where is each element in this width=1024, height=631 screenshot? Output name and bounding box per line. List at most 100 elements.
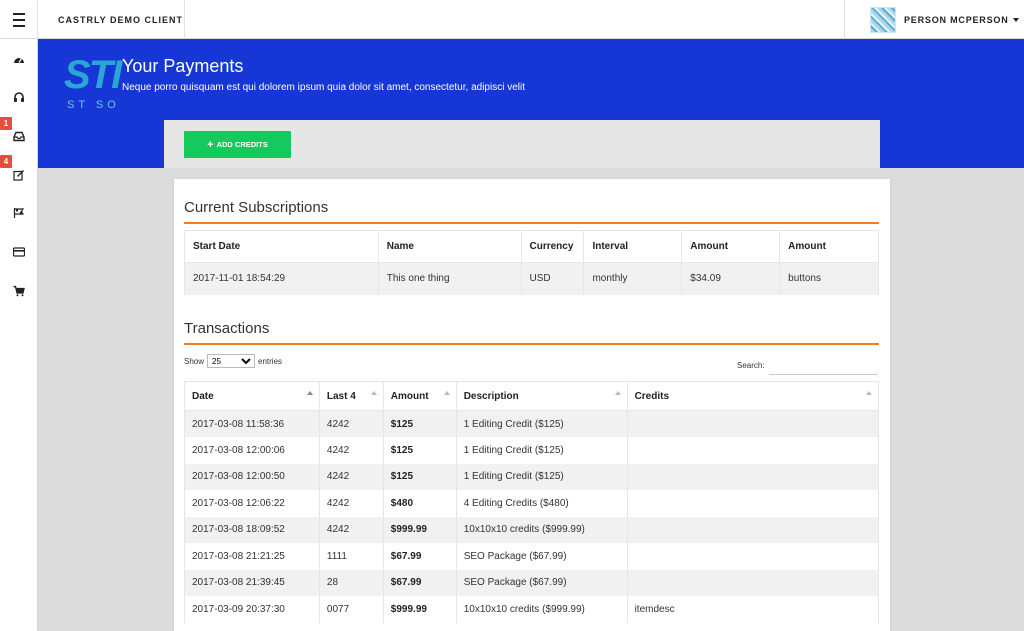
sidebar: 1 4 xyxy=(0,39,38,631)
cell-description: 4 Editing Credits ($480) xyxy=(455,490,628,517)
flag-icon xyxy=(13,208,25,218)
cell-amount: $125 xyxy=(382,437,457,464)
cell-amount: $125 xyxy=(382,463,457,490)
cell-date: 2017-03-08 21:39:45 xyxy=(184,569,320,596)
cell-credits xyxy=(626,463,880,490)
column-header-date[interactable]: Date xyxy=(184,381,320,411)
cell-date: 2017-03-08 21:21:25 xyxy=(184,543,320,570)
menu-toggle-button[interactable] xyxy=(0,0,38,39)
cell-description: 10x10x10 credits ($999.99) xyxy=(455,516,628,543)
sort-icon xyxy=(614,391,621,395)
chevron-down-icon xyxy=(1012,17,1019,22)
table-header-row: Date Last 4 Amount Description Credits xyxy=(184,381,880,411)
add-credits-button[interactable]: + ADD CREDITS xyxy=(184,131,291,158)
cell-credits xyxy=(626,516,880,543)
column-header: Amount xyxy=(779,230,879,263)
table-row: 2017-03-09 20:37:30 0077 $999.99 10x10x10 c… xyxy=(184,596,880,623)
sort-asc-icon xyxy=(306,391,313,395)
dashboard-icon xyxy=(14,58,24,63)
cell-last4: 4242 xyxy=(318,437,384,464)
cell-interval: monthly xyxy=(583,262,683,295)
cell-credits xyxy=(626,569,880,596)
cell-credits xyxy=(626,437,880,464)
cell-description: SEO Package ($67.99) xyxy=(455,543,628,570)
cell-last4: 28 xyxy=(318,569,384,596)
cell-description: 1 Editing Credit ($125) xyxy=(455,463,628,490)
actions-panel: + ADD CREDITS xyxy=(164,120,880,168)
add-credits-label: ADD CREDITS xyxy=(216,140,268,149)
column-header-credits[interactable]: Credits xyxy=(626,381,880,411)
cell-amount: $67.99 xyxy=(382,543,457,570)
sort-icon xyxy=(866,391,872,395)
search-input[interactable] xyxy=(768,355,878,375)
transactions-title: Transactions xyxy=(184,320,270,337)
cell-credits xyxy=(626,490,880,517)
cell-date: 2017-03-08 11:58:36 xyxy=(184,410,320,437)
cell-last4: 0077 xyxy=(318,596,384,623)
table-row: 2017-03-08 12:06:22 4242 $480 4 Editing Cre… xyxy=(184,490,880,517)
avatar xyxy=(870,6,896,33)
page-header: STI ST SO Your Payments Neque porro quis… xyxy=(38,39,1024,168)
table-row: 2017-03-08 21:39:45 28 $67.99 SEO Package (… xyxy=(184,569,880,596)
table-header-row: Start Date Name Currency Interval Amount… xyxy=(184,230,879,263)
cell-last4: 4242 xyxy=(318,516,384,543)
app-name[interactable]: CASTRLY DEMO CLIENT xyxy=(38,0,185,39)
cell-amount: buttons xyxy=(779,262,879,295)
column-header: Interval xyxy=(583,230,683,263)
cell-date: 2017-03-08 12:00:50 xyxy=(184,463,320,490)
cell-credits: itemdesc xyxy=(626,596,880,623)
cart-icon xyxy=(13,285,25,297)
top-bar: CASTRLY DEMO CLIENT PERSON MCPERSON xyxy=(0,0,1024,39)
column-header-last4[interactable]: Last 4 xyxy=(318,381,384,411)
payments-card: Current Subscriptions Start Date Name Cu… xyxy=(174,179,890,631)
page-subtitle: Neque porro quisquam est qui dolorem ips… xyxy=(122,82,525,93)
inbox-icon xyxy=(13,131,25,142)
cell-description: 1 Editing Credit ($125) xyxy=(455,437,628,464)
sidebar-item-flag[interactable] xyxy=(0,201,38,225)
sidebar-item-cart[interactable] xyxy=(0,279,38,303)
cell-last4: 4242 xyxy=(318,463,384,490)
cell-date: 2017-03-08 12:06:22 xyxy=(184,490,320,517)
sidebar-item-support[interactable] xyxy=(0,85,38,109)
credit-card-icon xyxy=(13,247,25,257)
search-label: Search: xyxy=(737,360,765,370)
cell-last4: 1111 xyxy=(318,543,384,570)
transactions-divider xyxy=(184,343,879,345)
page-size-select[interactable]: 10 25 50 100 xyxy=(207,354,256,368)
headset-icon xyxy=(14,92,24,102)
show-label: Show xyxy=(184,356,205,366)
cell-date: 2017-03-08 18:09:52 xyxy=(184,516,320,543)
plus-icon: + xyxy=(207,138,214,151)
cell-amount: $999.99 xyxy=(382,516,457,543)
search-control: Search: xyxy=(737,355,878,375)
page-title: Your Payments xyxy=(122,56,244,76)
table-row: 2017-03-08 21:21:25 1111 $67.99 SEO Package… xyxy=(184,543,880,570)
cell-name: This one thing xyxy=(377,262,522,295)
subscriptions-divider xyxy=(184,222,879,224)
user-menu[interactable]: PERSON MCPERSON xyxy=(844,0,1024,39)
cell-last4: 4242 xyxy=(318,410,384,437)
edit-badge: 4 xyxy=(0,155,12,168)
cell-amount: $480 xyxy=(382,490,457,517)
cell-credits xyxy=(626,410,880,437)
cell-amount: $125 xyxy=(382,410,457,437)
cell-date: 2017-03-08 12:00:06 xyxy=(184,437,320,464)
transactions-table: Date Last 4 Amount Description Credits 2… xyxy=(184,381,880,623)
cell-date: 2017-03-09 20:37:30 xyxy=(184,596,320,623)
column-header-amount[interactable]: Amount xyxy=(382,381,457,411)
table-row: 2017-03-08 12:00:06 4242 $125 1 Editing Cre… xyxy=(184,437,880,464)
cell-credits xyxy=(626,543,880,570)
cell-description: SEO Package ($67.99) xyxy=(455,569,628,596)
cell-description: 10x10x10 credits ($999.99) xyxy=(455,596,628,623)
column-header: Amount xyxy=(681,230,781,263)
cell-last4: 4242 xyxy=(318,490,384,517)
cell-currency: USD xyxy=(520,262,585,295)
column-header-description[interactable]: Description xyxy=(455,381,628,411)
edit-icon xyxy=(13,170,24,181)
sort-icon xyxy=(443,391,450,395)
cell-description: 1 Editing Credit ($125) xyxy=(455,410,628,437)
table-row: 2017-11-01 18:54:29 This one thing USD m… xyxy=(184,262,879,295)
table-row: 2017-03-08 11:58:36 4242 $125 1 Editing Cre… xyxy=(184,410,880,437)
sidebar-item-billing[interactable] xyxy=(0,240,38,264)
sidebar-item-dashboard[interactable] xyxy=(0,48,38,72)
